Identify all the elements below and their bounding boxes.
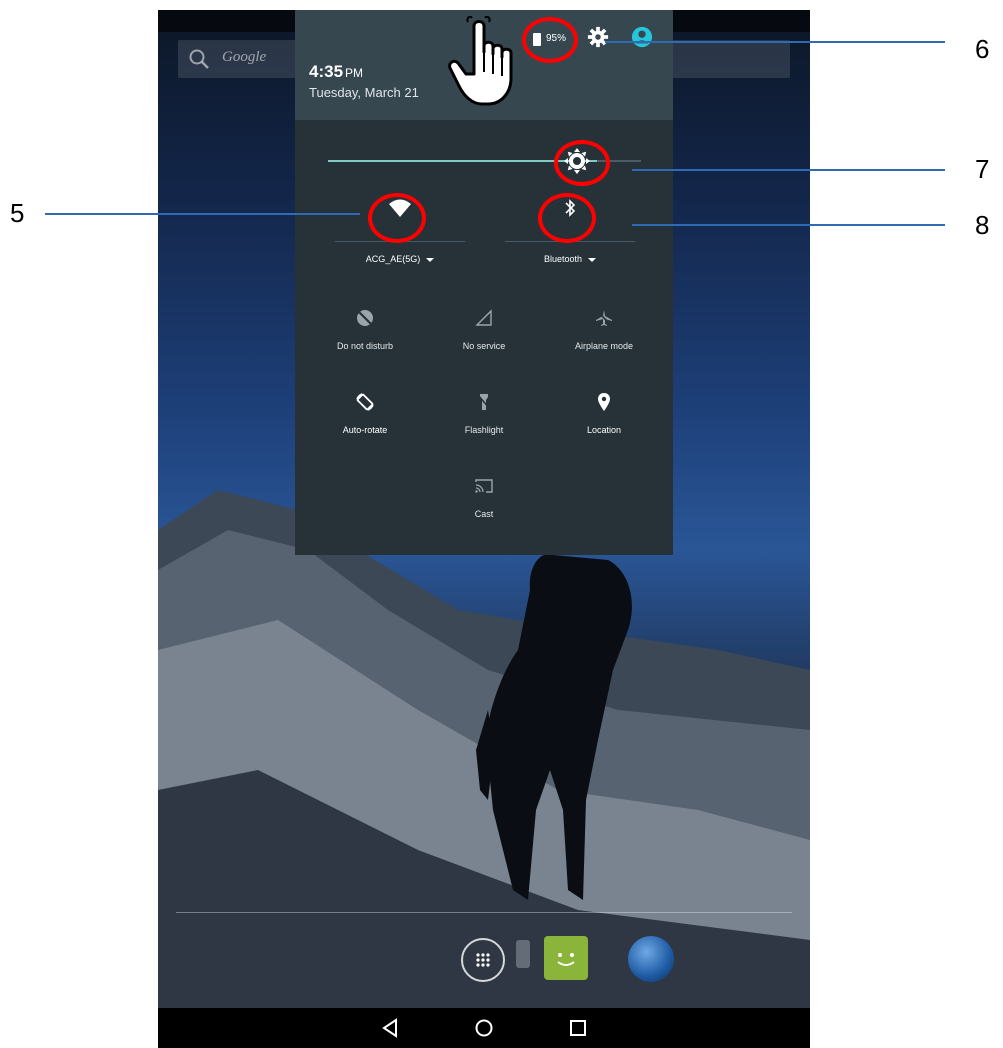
callout-line-7 [632,169,945,171]
clock-ampm: PM [345,66,364,80]
no-service-icon [475,309,492,326]
airplane-mode-label: Airplane mode [574,341,634,351]
smiley-icon [557,953,575,966]
callout-line-5 [45,213,360,215]
account-icon[interactable] [631,26,653,48]
do-not-disturb-icon [357,310,373,326]
bluetooth-label-row[interactable]: Bluetooth [505,254,635,264]
gear-icon[interactable] [587,26,609,48]
bluetooth-label: Bluetooth [543,254,583,264]
chevron-down-icon [588,257,597,262]
wifi-network-label[interactable]: ACG_AE(5G) [335,254,465,264]
flashlight-label: Flashlight [464,425,504,435]
location-icon [598,393,610,411]
do-not-disturb-label: Do not disturb [336,341,394,351]
search-placeholder: Google [222,49,267,65]
recents-icon[interactable] [566,1016,590,1040]
callout-number-5: 5 [10,198,25,228]
dock-divider [176,912,792,913]
location-tile[interactable]: Location [549,392,659,452]
auto-rotate-icon [356,393,374,411]
clock[interactable]: 4:35 PM [309,62,363,82]
flashlight-icon [477,394,491,410]
cast-tile[interactable]: Cast [429,476,539,536]
do-not-disturb-tile[interactable]: Do not disturb [310,308,420,368]
all-apps-button[interactable] [461,938,505,982]
battery-highlight-ring [522,17,578,63]
callout-number-7: 7 [975,154,990,184]
clock-time: 4:35 [309,62,344,81]
brightness-highlight-ring [554,140,610,186]
wifi-network-name: ACG_AE(5G) [365,254,421,264]
messaging-app-icon[interactable] [544,936,588,980]
apps-grid-icon [476,953,490,967]
page: Google 4:35 PM Tuesday, March 21 95% ACG… [0,0,1003,1048]
home-icon[interactable] [472,1016,496,1040]
flashlight-tile[interactable]: Flashlight [429,392,539,452]
cast-label: Cast [474,509,494,519]
dock [158,930,810,1000]
no-service-tile[interactable]: No service [429,308,539,368]
airplane-mode-icon [596,310,612,326]
no-service-label: No service [462,341,506,351]
callout-line-6 [605,41,945,43]
auto-rotate-tile[interactable]: Auto-rotate [310,392,420,452]
back-icon[interactable] [378,1016,402,1040]
location-label: Location [586,425,622,435]
airplane-mode-tile[interactable]: Airplane mode [549,308,659,368]
wifi-highlight-ring [368,193,426,243]
cast-icon [475,479,493,493]
chevron-down-icon [426,257,435,262]
browser-app-icon[interactable] [628,936,674,982]
callout-number-8: 8 [975,210,990,240]
bluetooth-highlight-ring [538,193,596,243]
navigation-bar [158,1008,810,1048]
search-icon [189,49,209,69]
contacts-app-icon[interactable] [516,940,530,968]
date[interactable]: Tuesday, March 21 [309,85,419,100]
callout-number-6: 6 [975,34,990,64]
callout-line-8 [632,224,945,226]
auto-rotate-label: Auto-rotate [342,425,388,435]
hand-pointer-icon [448,16,513,106]
